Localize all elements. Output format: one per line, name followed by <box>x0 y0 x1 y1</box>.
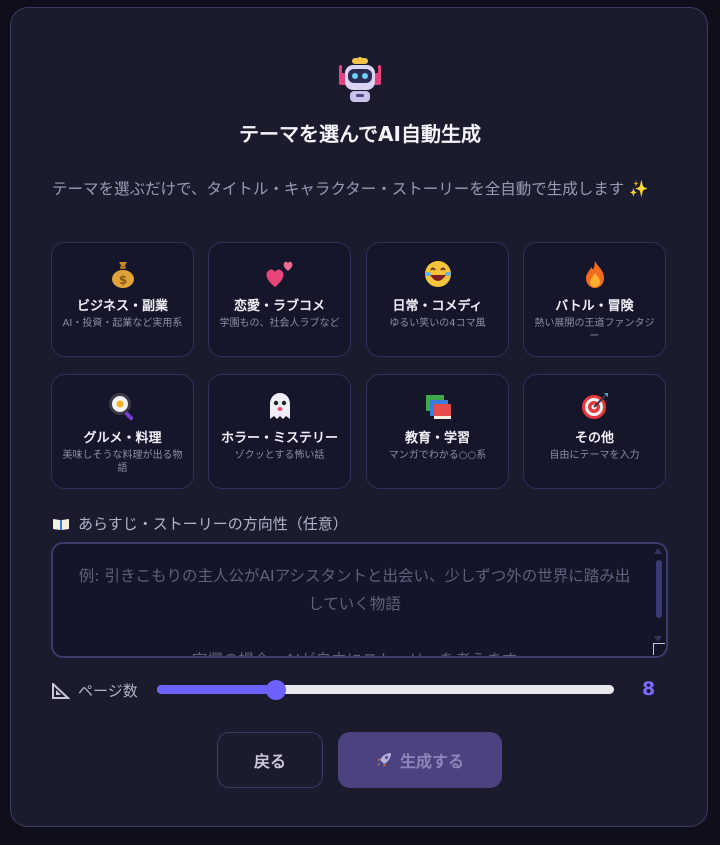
theme-card-name: ビジネス・副業 <box>76 299 168 314</box>
synopsis-label: あらすじ・ストーリーの方向性（任意） <box>52 513 348 534</box>
theme-card-horror[interactable]: ホラー・ミステリー ゾクッとする怖い話 <box>208 374 351 489</box>
svg-text:$: $ <box>118 273 126 287</box>
theme-card-sub: 自由にテーマを入力 <box>549 450 640 461</box>
theme-card-sub: マンガでわかる○○系 <box>388 450 487 461</box>
books-icon <box>367 390 508 422</box>
theme-card-sub: ゆるい笑いの4コマ風 <box>389 318 486 329</box>
slider-thumb[interactable] <box>266 680 287 700</box>
synopsis-textarea[interactable]: 例: 引きこもりの主人公がAIアシスタントと出会い、少しずつ外の世界に踏み出して… <box>51 542 668 658</box>
theme-card-name: ホラー・ミステリー <box>220 431 338 446</box>
money-bag-icon: $ <box>52 258 193 290</box>
theme-card-name: 教育・学習 <box>404 431 470 446</box>
two-hearts-icon <box>209 258 350 290</box>
resize-handle[interactable] <box>653 643 665 655</box>
scroll-up-arrow[interactable] <box>654 548 662 554</box>
target-icon <box>524 390 665 422</box>
theme-card-romance[interactable]: 恋愛・ラブコメ 学園もの、社会人ラブなど <box>208 242 351 357</box>
ghost-icon <box>209 390 350 422</box>
theme-card-name: 日常・コメディ <box>392 299 483 314</box>
theme-card-comedy[interactable]: 日常・コメディ ゆるい笑いの4コマ風 <box>366 242 509 357</box>
generate-button[interactable]: 生成する <box>338 732 502 788</box>
theme-card-sub: 熱い展開の王道ファンタジー <box>534 318 655 342</box>
back-button[interactable]: 戻る <box>217 732 323 788</box>
theme-card-sub: 学園もの、社会人ラブなど <box>219 318 340 329</box>
page-count-label: ページ数 <box>52 680 138 701</box>
theme-card-sub: 美味しそうな料理が出る物語 <box>62 450 183 474</box>
page-count-label-text: ページ数 <box>78 682 138 700</box>
triangular-ruler-icon <box>52 682 70 699</box>
generate-button-label: 生成する <box>399 752 464 771</box>
page-count-value: 8 <box>642 678 656 700</box>
page-count-slider[interactable] <box>157 680 614 700</box>
page-title: テーマを選んでAI自動生成 <box>239 122 481 146</box>
frying-pan-icon <box>52 390 193 422</box>
theme-card-name: その他 <box>574 431 614 446</box>
theme-card-name: グルメ・料理 <box>83 431 162 446</box>
synopsis-label-text: あらすじ・ストーリーの方向性（任意） <box>78 515 348 533</box>
theme-card-sub: AI・投資・起業など実用系 <box>62 318 183 329</box>
scroll-down-arrow[interactable] <box>654 636 662 642</box>
theme-card-education[interactable]: 教育・学習 マンガでわかる○○系 <box>366 374 509 489</box>
theme-card-battle[interactable]: バトル・冒険 熱い展開の王道ファンタジー <box>523 242 666 357</box>
theme-card-sub: ゾクッとする怖い話 <box>234 450 325 461</box>
laughing-face-icon <box>367 258 508 290</box>
page-description: テーマを選ぶだけで、タイトル・キャラクター・ストーリーを全自動で生成します ✨ <box>52 180 649 198</box>
rocket-icon <box>376 753 391 767</box>
slider-fill <box>157 685 277 694</box>
fire-icon <box>524 258 665 290</box>
theme-card-business[interactable]: $ ビジネス・副業 AI・投資・起業など実用系 <box>51 242 194 357</box>
theme-card-gourmet[interactable]: グルメ・料理 美味しそうな料理が出る物語 <box>51 374 194 489</box>
open-book-icon <box>53 518 69 530</box>
theme-card-name: バトル・冒険 <box>555 299 634 314</box>
scrollbar-thumb[interactable] <box>656 560 662 618</box>
synopsis-placeholder: 例: 引きこもりの主人公がAIアシスタントと出会い、少しずつ外の世界に踏み出して… <box>78 567 631 656</box>
robot-icon <box>339 57 381 102</box>
theme-card-other[interactable]: その他 自由にテーマを入力 <box>523 374 666 489</box>
theme-card-name: 恋愛・ラブコメ <box>233 299 325 314</box>
